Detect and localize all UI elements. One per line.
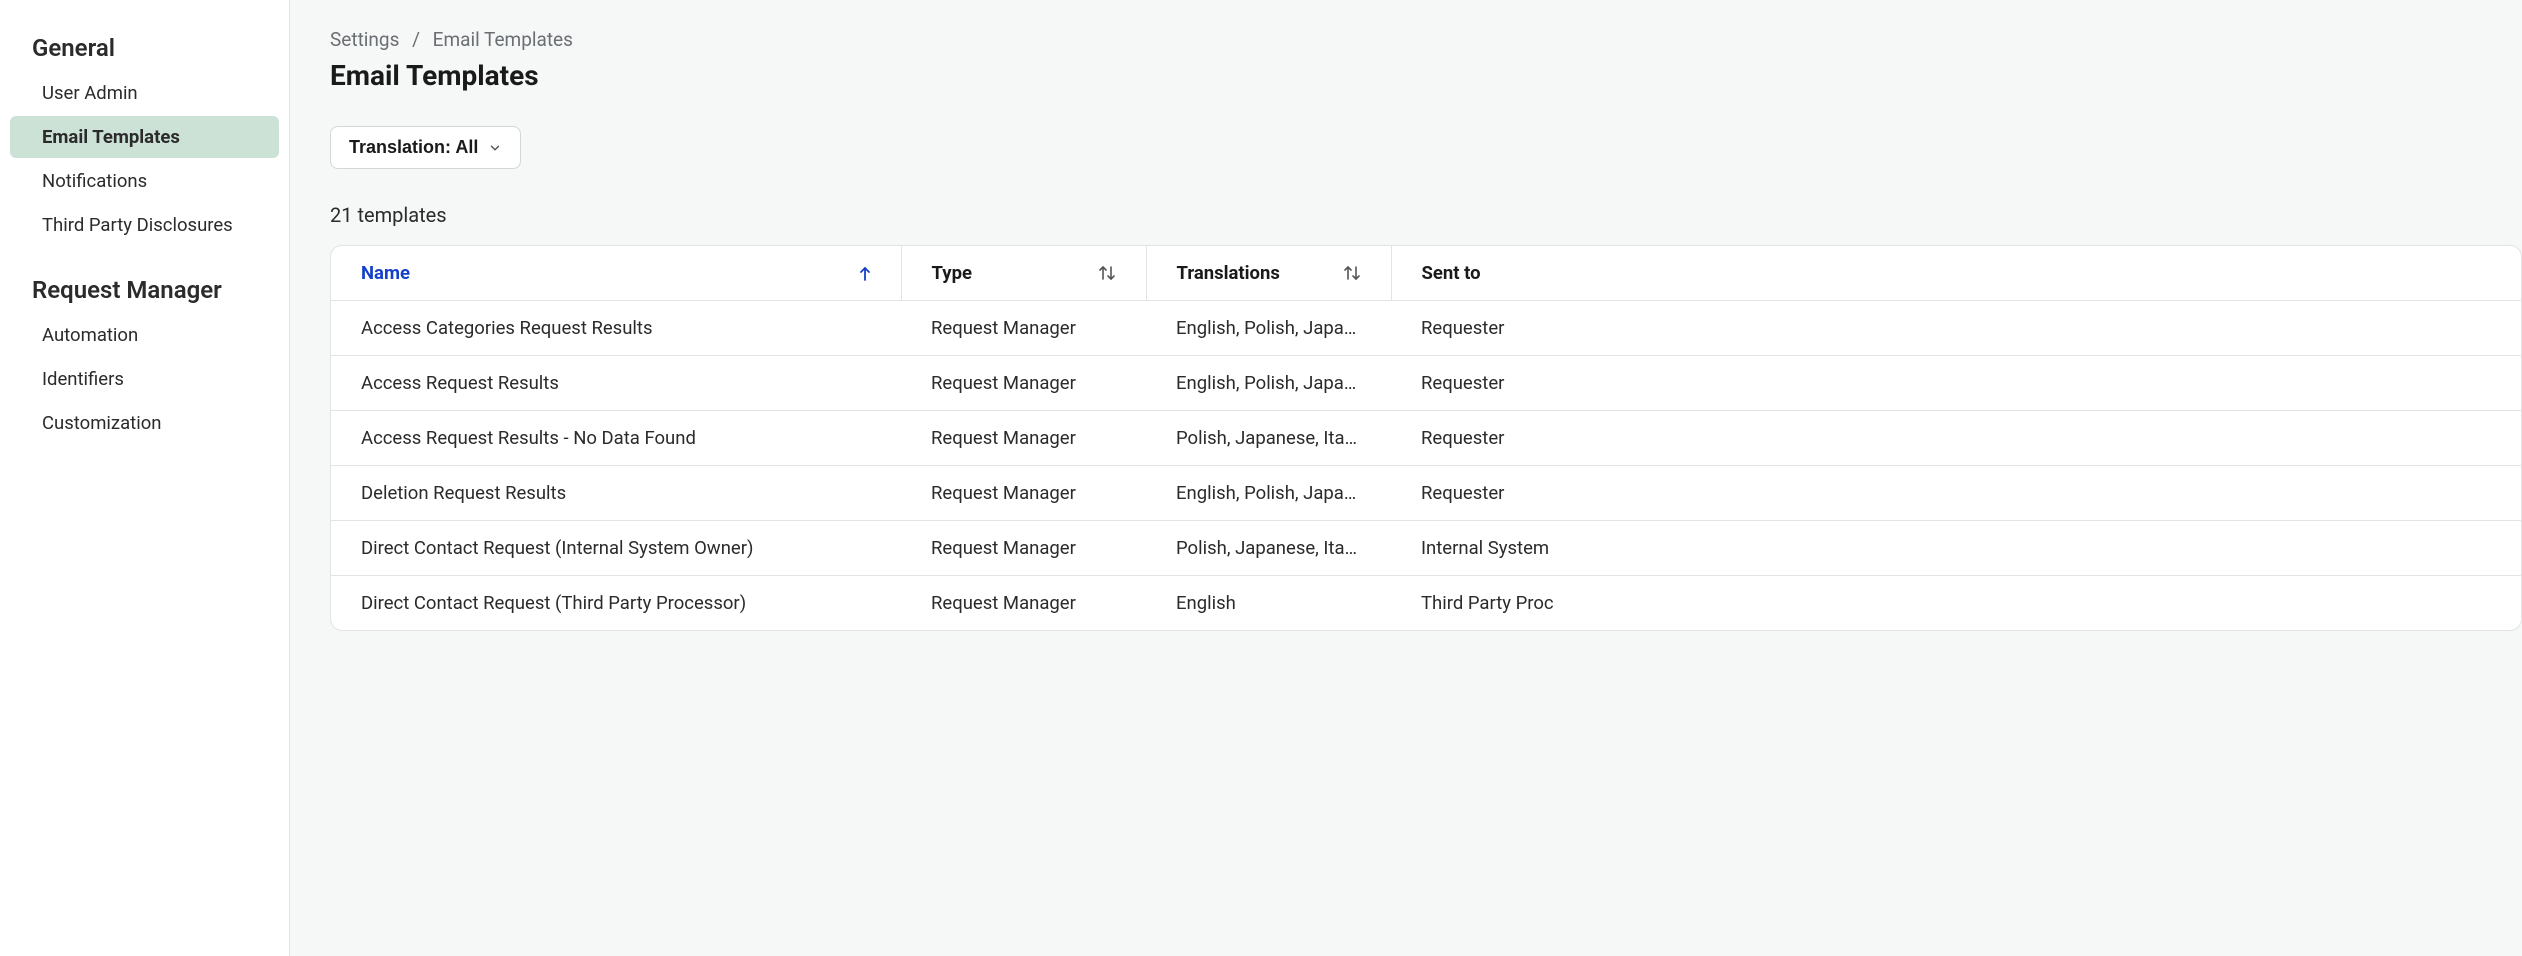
column-header-name[interactable]: Name bbox=[331, 246, 901, 301]
cell-type: Request Manager bbox=[901, 411, 1146, 466]
sidebar-item-customization[interactable]: Customization bbox=[10, 402, 279, 444]
sidebar-item-email-templates[interactable]: Email Templates bbox=[10, 116, 279, 158]
table-row[interactable]: Direct Contact Request (Third Party Proc… bbox=[331, 576, 2521, 631]
cell-translations: English, Polish, Japan… bbox=[1146, 466, 1391, 521]
sidebar-item-user-admin[interactable]: User Admin bbox=[10, 72, 279, 114]
cell-translations: English, Polish, Japan… bbox=[1146, 301, 1391, 356]
breadcrumb-parent[interactable]: Settings bbox=[330, 28, 399, 51]
sidebar: General User Admin Email Templates Notif… bbox=[0, 0, 290, 956]
app-root: General User Admin Email Templates Notif… bbox=[0, 0, 2522, 956]
column-header-translations[interactable]: Translations bbox=[1146, 246, 1391, 301]
cell-name: Access Request Results - No Data Found bbox=[331, 411, 901, 466]
cell-sent-to: Third Party Proc bbox=[1391, 576, 2521, 631]
cell-translations: English, Polish, Japan… bbox=[1146, 356, 1391, 411]
cell-name: Direct Contact Request (Third Party Proc… bbox=[331, 576, 901, 631]
sidebar-section-heading: Request Manager bbox=[0, 264, 289, 312]
translation-filter-button[interactable]: Translation: All bbox=[330, 126, 521, 169]
cell-translations: English bbox=[1146, 576, 1391, 631]
cell-type: Request Manager bbox=[901, 576, 1146, 631]
cell-type: Request Manager bbox=[901, 466, 1146, 521]
template-count-label: 21 templates bbox=[330, 203, 2522, 227]
table-row[interactable]: Access Request Results Request Manager E… bbox=[331, 356, 2521, 411]
cell-name: Access Categories Request Results bbox=[331, 301, 901, 356]
table-row[interactable]: Direct Contact Request (Internal System … bbox=[331, 521, 2521, 576]
cell-type: Request Manager bbox=[901, 356, 1146, 411]
sidebar-item-third-party-disclosures[interactable]: Third Party Disclosures bbox=[10, 204, 279, 246]
sidebar-section-heading: General bbox=[0, 22, 289, 70]
cell-translations: Polish, Japanese, Itali… bbox=[1146, 521, 1391, 576]
sidebar-item-notifications[interactable]: Notifications bbox=[10, 160, 279, 202]
sort-icon bbox=[1343, 262, 1361, 281]
cell-translations: Polish, Japanese, Itali… bbox=[1146, 411, 1391, 466]
cell-name: Access Request Results bbox=[331, 356, 901, 411]
cell-name: Deletion Request Results bbox=[331, 466, 901, 521]
cell-type: Request Manager bbox=[901, 521, 1146, 576]
table-row[interactable]: Access Categories Request Results Reques… bbox=[331, 301, 2521, 356]
breadcrumb-separator: / bbox=[412, 28, 420, 51]
cell-sent-to: Internal System bbox=[1391, 521, 2521, 576]
column-header-type[interactable]: Type bbox=[901, 246, 1146, 301]
translation-filter-label: Translation: All bbox=[349, 137, 478, 158]
templates-table: Name Type Translations bbox=[330, 245, 2522, 631]
sidebar-item-identifiers[interactable]: Identifiers bbox=[10, 358, 279, 400]
sort-icon bbox=[1098, 262, 1116, 281]
table-row[interactable]: Deletion Request Results Request Manager… bbox=[331, 466, 2521, 521]
cell-sent-to: Requester bbox=[1391, 356, 2521, 411]
chevron-down-icon bbox=[488, 141, 502, 155]
breadcrumb-current: Email Templates bbox=[433, 28, 573, 51]
main-content: Settings / Email Templates Email Templat… bbox=[290, 0, 2522, 956]
sort-asc-icon bbox=[859, 262, 871, 284]
sidebar-item-automation[interactable]: Automation bbox=[10, 314, 279, 356]
breadcrumb: Settings / Email Templates bbox=[330, 28, 2522, 51]
page-title: Email Templates bbox=[330, 59, 2522, 92]
cell-name: Direct Contact Request (Internal System … bbox=[331, 521, 901, 576]
column-header-sent-to[interactable]: Sent to bbox=[1391, 246, 2521, 301]
table-row[interactable]: Access Request Results - No Data Found R… bbox=[331, 411, 2521, 466]
cell-sent-to: Requester bbox=[1391, 411, 2521, 466]
cell-sent-to: Requester bbox=[1391, 466, 2521, 521]
cell-sent-to: Requester bbox=[1391, 301, 2521, 356]
cell-type: Request Manager bbox=[901, 301, 1146, 356]
